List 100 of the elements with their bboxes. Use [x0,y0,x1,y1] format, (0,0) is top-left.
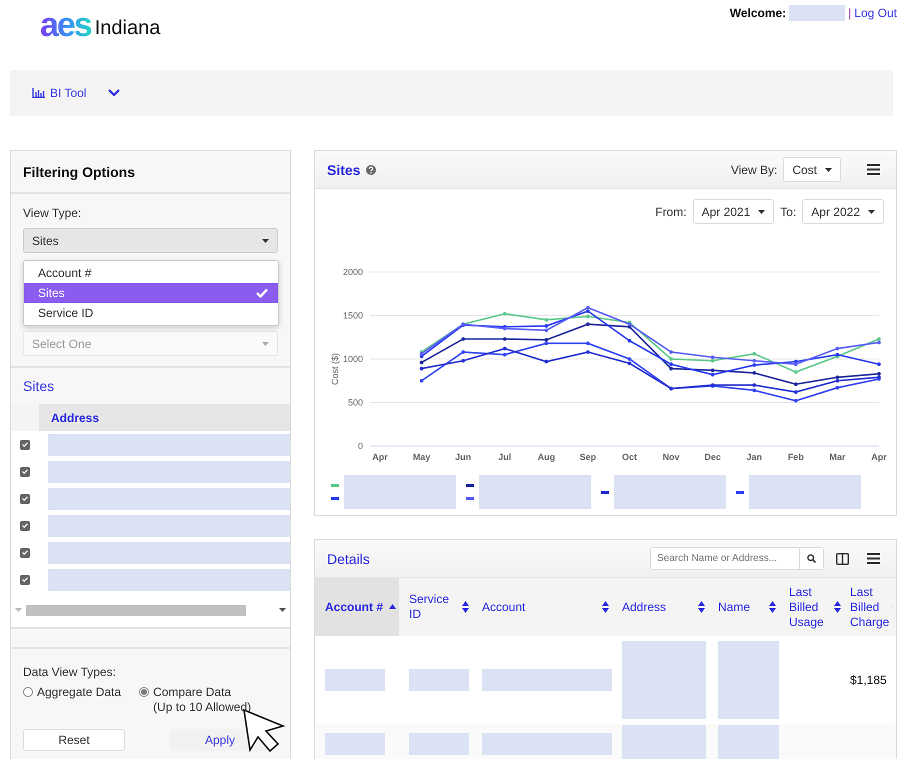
point [586,314,590,318]
field-label: View Type: [23,206,82,220]
point [586,322,590,326]
point [544,324,548,328]
point [544,342,548,346]
point [836,375,840,380]
y-axis-title: Cost ($) [330,353,340,385]
x-tick-label: Sep [580,452,596,462]
y-tick-label: 500 [348,398,363,408]
caret-icon [758,210,766,214]
point [752,371,756,375]
x-tick-label: Jul [498,452,512,462]
to-label: To: [780,204,796,218]
caret-icon [262,238,269,242]
checkbox[interactable] [20,548,30,558]
radio-button[interactable] [23,687,33,697]
caret-icon [262,342,269,346]
x-tick-label: May [412,452,430,462]
point [502,312,507,316]
checkbox[interactable] [20,494,30,504]
point [794,362,798,366]
checkbox[interactable] [20,466,30,476]
point [669,357,673,361]
checkbox[interactable] [20,440,30,450]
point [710,358,714,363]
x-tick-label: Apr [372,452,388,462]
logo-region: Indiana [94,17,160,41]
point [710,355,714,360]
search-field[interactable]: Search Name or Address... [650,547,824,570]
to-select[interactable]: Apr 2022 [802,199,884,224]
point [836,386,840,390]
y-tick-label: 2000 [342,267,363,277]
dropdown-option[interactable]: Service ID [24,303,278,323]
panel-title: Filtering Options [11,151,290,194]
point [544,318,548,322]
point [752,358,756,363]
checkbox[interactable] [20,520,30,530]
columns-icon[interactable] [836,552,849,564]
view-by-label: View By: [730,162,778,176]
from-select[interactable]: Apr 2021 [692,199,774,224]
grid-title: Sites [11,368,290,404]
x-tick-label: Jan [746,452,762,462]
column-header[interactable]: Address [622,600,695,614]
field-label: Data View Types: [23,665,117,679]
point [794,390,798,394]
menu-icon[interactable] [867,553,880,564]
view-by-select[interactable]: Cost [783,157,841,182]
point [628,362,632,366]
point [628,357,632,361]
point [420,360,424,364]
point [752,352,756,356]
point [461,337,465,341]
point [836,378,840,383]
x-tick-label: Apr [871,452,887,462]
point [628,338,632,343]
help-icon[interactable] [366,164,376,174]
logout-link[interactable]: Log Out [854,6,897,20]
column-header[interactable]: Name [718,600,766,614]
point [794,398,798,403]
dropdown-option[interactable]: Sites [24,283,278,303]
point [544,360,548,364]
point [794,382,798,386]
point [502,352,507,356]
point [752,363,756,367]
welcome-label: Welcome: [730,6,786,20]
caret-icon [825,168,832,172]
x-tick-label: Dec [704,452,721,462]
checkbox[interactable] [20,574,30,584]
column-header[interactable]: Account # [325,600,386,614]
point [794,370,798,374]
y-tick-label: 1000 [342,354,363,364]
point [836,346,840,350]
separator: | [848,6,852,20]
search-button[interactable] [799,548,823,569]
x-tick-label: Aug [538,452,556,462]
dropdown-option[interactable]: Account # [24,263,278,283]
nav-item[interactable]: BI Tool [32,86,86,100]
point [752,383,756,387]
point [502,337,507,341]
menu-icon[interactable] [867,164,880,175]
reset-button[interactable]: Reset [23,729,125,751]
x-tick-label: Mar [829,452,846,462]
point [877,340,881,344]
point [669,366,673,370]
point [461,350,465,354]
point [502,346,507,350]
radio-button[interactable] [139,687,150,697]
check-icon [256,288,268,298]
point [710,372,714,376]
chevron-down-icon[interactable] [108,89,120,97]
point [586,306,590,310]
x-tick-label: Nov [662,452,680,462]
bar-chart-icon [32,88,45,98]
y-tick-label: 1500 [342,310,363,320]
view-type-select[interactable]: Sites [23,228,278,253]
from-label: From: [655,204,687,218]
point [544,328,548,332]
radio-label: Compare Data (Up to 10 Allowed) [153,685,252,715]
x-tick-label: Jun [455,452,472,462]
search-icon [807,554,816,563]
